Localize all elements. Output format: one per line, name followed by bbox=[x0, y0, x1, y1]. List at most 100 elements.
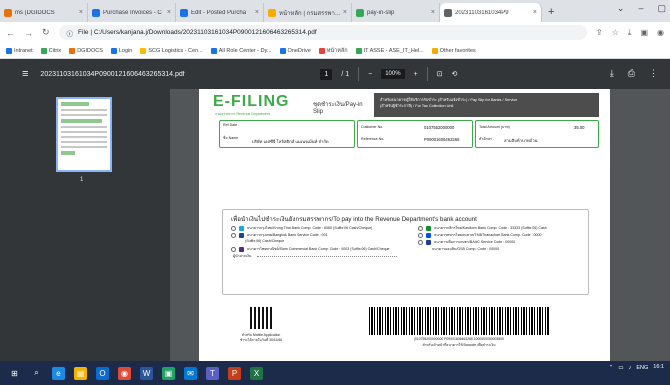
language-indicator[interactable]: ENG bbox=[636, 365, 648, 371]
close-tab-icon[interactable]: × bbox=[431, 9, 435, 16]
bookmark-favicon-icon bbox=[279, 47, 286, 54]
clock[interactable]: 16:1 bbox=[653, 364, 664, 371]
barcode-number: |010755200000000 P09001606463265 1000000… bbox=[414, 337, 504, 341]
bookmark-favicon-icon bbox=[210, 47, 217, 54]
bookmark-9[interactable]: Other favorites bbox=[431, 47, 476, 54]
bookmark-3[interactable]: Login bbox=[110, 47, 132, 54]
tray-up-icon[interactable]: ⌃ bbox=[609, 365, 614, 371]
bookmark-8[interactable]: IT ASSE - ASE_IT_Hel... bbox=[355, 47, 424, 54]
bookmark-7[interactable]: หน้าหลัก bbox=[318, 47, 348, 55]
bookmark-label: Other favorites bbox=[439, 47, 476, 54]
menu-icon[interactable]: ≡ bbox=[22, 68, 28, 80]
bookmark-1[interactable]: Citrix bbox=[40, 47, 61, 54]
bank-option-scb: ธนาคารไทยพาณิชย์/Siam Commercial Bank Co… bbox=[231, 246, 390, 252]
volume-icon[interactable]: ♪ bbox=[629, 365, 632, 371]
browser-tab-0[interactable]: ms (DGIDOCS × bbox=[0, 3, 88, 22]
fit-page-icon[interactable]: ⊡ bbox=[437, 70, 443, 78]
chrome-icon[interactable]: ◉ bbox=[118, 366, 131, 380]
reload-icon[interactable]: ↻ bbox=[42, 27, 50, 38]
search-icon[interactable]: ⌕ bbox=[30, 367, 43, 380]
bookmark-favicon-icon bbox=[355, 47, 362, 54]
amount-in-words: สามสิบห้าบาทถ้วน bbox=[504, 138, 538, 143]
qr-code bbox=[250, 307, 272, 329]
payer-name: บริษัท เอสซีจี โลจิสติกส์ แมเนจเม้นท์ จำ… bbox=[252, 139, 329, 144]
total-amount: 35.00 bbox=[574, 125, 585, 130]
tab-label: Edit - Posted Purcha bbox=[191, 9, 247, 16]
close-tab-icon[interactable]: × bbox=[533, 9, 537, 16]
browser-tab-1[interactable]: Purchase Invoices - C × bbox=[88, 3, 176, 22]
close-tab-icon[interactable]: × bbox=[167, 9, 171, 16]
customer-box: Customer No. 0107552000000 Reference No.… bbox=[357, 120, 473, 148]
zoom-level[interactable]: 100% bbox=[381, 69, 405, 79]
close-tab-icon[interactable]: × bbox=[255, 9, 259, 16]
address-bar[interactable]: ⓘ File | C:/Users/kanjana.j/Downloads/20… bbox=[58, 25, 588, 40]
bookmark-favicon-icon bbox=[69, 47, 76, 54]
slip-header-banner: สำหรับธนาคาร/ผู้ให้บริการรับชำระ (สำหรับ… bbox=[374, 93, 599, 117]
amount-box: Total Amount (บาท) 35.00 ตัวอักษร สามสิบ… bbox=[475, 120, 599, 148]
new-tab-button[interactable]: + bbox=[548, 3, 554, 22]
bookmark-label: OneDrive bbox=[287, 47, 311, 54]
bookmark-2[interactable]: DGIDOCS bbox=[69, 47, 103, 54]
close-tab-icon[interactable]: × bbox=[79, 9, 83, 16]
bank-option-ktb: ธนาคารกรุงไทย/Krung Thai Bank Comp. Code… bbox=[231, 225, 372, 231]
network-icon[interactable]: ▭ bbox=[618, 365, 623, 371]
explorer-icon[interactable]: ▤ bbox=[74, 366, 87, 380]
browser-tab-4[interactable]: pay-in-slip × bbox=[352, 3, 440, 22]
tab-search-icon[interactable]: ⌄ bbox=[617, 3, 625, 14]
tab-favicon-icon bbox=[356, 8, 364, 17]
browser-tab-3[interactable]: หน้าหลัก | กรมสรรพากร × bbox=[264, 3, 352, 22]
page-number-input[interactable]: 1 bbox=[320, 68, 333, 80]
slip-title: ชุดชำระเงิน/Pay-in Slip bbox=[313, 102, 363, 115]
tab-label: 20231103161034P9 bbox=[455, 9, 509, 16]
extensions-icon[interactable]: ▣ bbox=[640, 28, 648, 38]
bookmark-favicon-icon bbox=[40, 47, 47, 54]
pdf-page: E-FILING กรมสรรพากร Revenue Department ช… bbox=[199, 89, 610, 361]
tab-favicon-icon bbox=[268, 8, 276, 17]
minimize-icon[interactable]: – bbox=[638, 3, 643, 14]
maximize-icon[interactable]: ▢ bbox=[657, 3, 666, 14]
more-options-icon[interactable]: ⋮ bbox=[649, 68, 658, 79]
bookmark-4[interactable]: SCG Logistics - Cen... bbox=[140, 47, 203, 54]
back-icon[interactable]: ← bbox=[6, 28, 15, 38]
profile-icon[interactable]: ◉ bbox=[657, 28, 664, 38]
bookmark-6[interactable]: OneDrive bbox=[279, 47, 311, 54]
blue-app-icon[interactable]: ✉ bbox=[184, 366, 197, 380]
forward-icon[interactable]: → bbox=[24, 28, 33, 38]
browser-tab-bar: ms (DGIDOCS × Purchase Invoices - C × Edit -… bbox=[0, 0, 670, 22]
start-icon[interactable]: ⊞ bbox=[8, 366, 21, 380]
bank-option-baac: ธนาคารเพื่อการเกษตร/BAAC Service Code : … bbox=[418, 239, 515, 245]
pdf-download-icon[interactable]: ⤓ bbox=[610, 68, 614, 79]
favorite-star-icon[interactable]: ☆ bbox=[612, 28, 619, 38]
download-icon[interactable]: ⤓ bbox=[628, 28, 632, 38]
green-app-icon[interactable]: ▣ bbox=[162, 366, 175, 380]
red-app-icon[interactable]: P bbox=[228, 366, 241, 380]
zoom-in-icon[interactable]: + bbox=[414, 71, 418, 78]
browser-tab-5[interactable]: 20231103161034P9 × bbox=[440, 3, 542, 22]
pdf-toolbar: ≡ 20231103161034P0900121606463265314.pdf… bbox=[0, 59, 670, 89]
bank-option-gsb: ธนาคารออมสิน/GSB Comp. Code : 00000 bbox=[432, 247, 500, 251]
tab-favicon-icon bbox=[180, 8, 188, 17]
edge-icon[interactable]: e bbox=[52, 366, 65, 380]
bookmark-label: Intranet bbox=[14, 47, 33, 54]
payment-heading: เพื่อนำเงินไปชำระเงินยังกรมสรรพากร/To pa… bbox=[231, 216, 477, 223]
page-total: / 1 bbox=[341, 70, 350, 78]
rotate-icon[interactable]: ⟲ bbox=[452, 70, 458, 78]
browser-tab-2[interactable]: Edit - Posted Purcha × bbox=[176, 3, 264, 22]
depositor-label: ผู้นำฝากเงิน bbox=[233, 254, 252, 258]
thumbnail-page-number: 1 bbox=[80, 177, 84, 183]
bookmark-label: IT ASSE - ASE_IT_Hel... bbox=[363, 47, 424, 54]
print-icon[interactable]: ⎙ bbox=[628, 68, 635, 79]
payer-box: Ref Date ชื่อ Name บริษัท เอสซีจี โลจิสต… bbox=[219, 120, 355, 148]
bookmark-5[interactable]: All Role Center - Dy... bbox=[210, 47, 272, 54]
page-thumbnail[interactable] bbox=[56, 97, 112, 172]
close-tab-icon[interactable]: × bbox=[343, 9, 347, 16]
info-icon[interactable]: ⓘ bbox=[67, 28, 74, 38]
zoom-out-icon[interactable]: − bbox=[368, 71, 372, 78]
word-icon[interactable]: W bbox=[140, 366, 153, 380]
outlook-icon[interactable]: O bbox=[96, 366, 109, 380]
tab-favicon-icon bbox=[4, 8, 12, 17]
teams-icon[interactable]: T bbox=[206, 366, 219, 380]
excel-icon[interactable]: X bbox=[250, 366, 263, 380]
bookmark-0[interactable]: Intranet bbox=[6, 47, 33, 54]
share-icon[interactable]: ⇪ bbox=[596, 28, 603, 38]
